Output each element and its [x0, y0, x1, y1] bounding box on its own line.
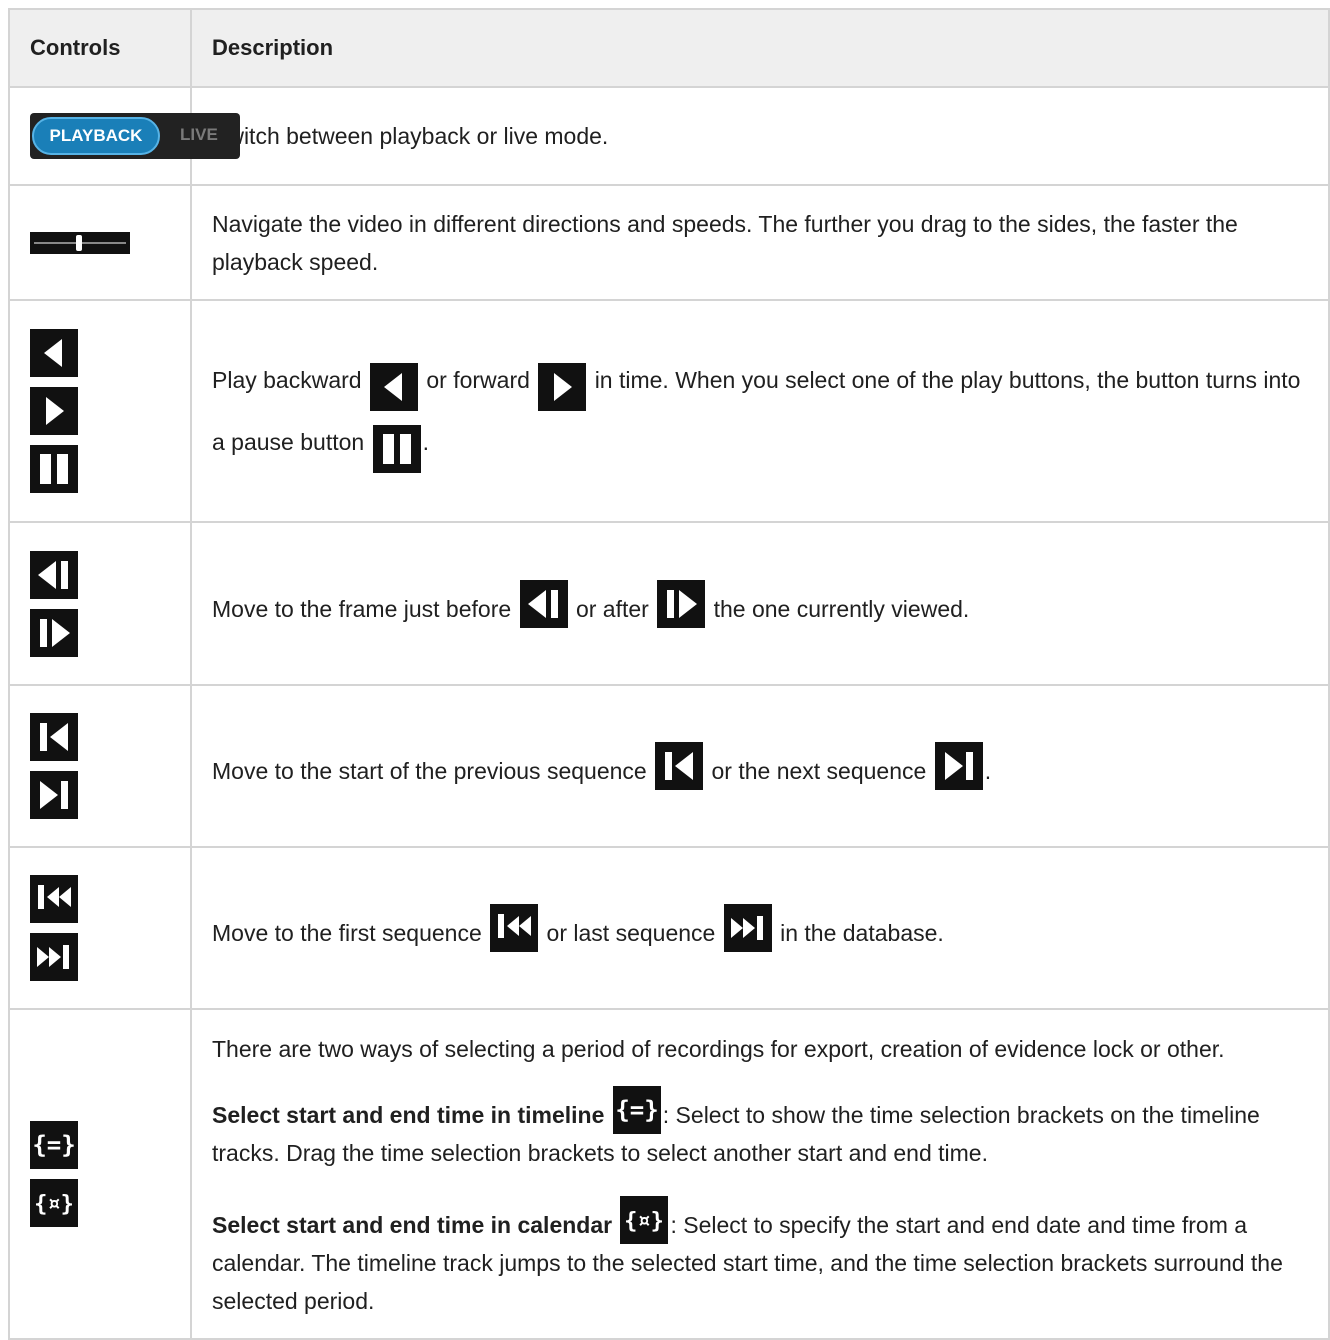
- first-sequence-icon[interactable]: [30, 875, 78, 923]
- controls-cell: [8, 684, 192, 848]
- play-text-4: .: [422, 429, 429, 455]
- header-controls: Controls: [8, 8, 192, 88]
- frame-text-3: the one currently viewed.: [713, 595, 970, 622]
- previous-sequence-icon[interactable]: [30, 713, 78, 761]
- controls-cell: [8, 184, 192, 301]
- table-row: Move to the first sequence or last seque…: [8, 846, 1330, 1010]
- play-forward-icon: [538, 363, 587, 411]
- next-sequence-icon[interactable]: [30, 771, 78, 819]
- calendar-selection-icon: [620, 1196, 669, 1244]
- playback-toggle-option[interactable]: PLAYBACK: [32, 117, 160, 155]
- controls-cell: [8, 521, 192, 686]
- sequence-text-3: .: [984, 758, 992, 784]
- timeline-selection-icon: [612, 1086, 661, 1134]
- table-row: Move to the start of the previous sequen…: [8, 684, 1330, 848]
- jog-slider[interactable]: [30, 231, 130, 254]
- previous-sequence-icon: [655, 742, 704, 790]
- calendar-selection-label: Select start and end time in calendar: [212, 1212, 613, 1238]
- jog-description: Navigate the video in different directio…: [212, 210, 1238, 275]
- frame-text-2: or after: [575, 595, 649, 622]
- table-row: PLAYBACK LIVE Switch between playback or…: [8, 86, 1330, 186]
- description-cell: Switch between playback or live mode.: [190, 86, 1330, 186]
- header-description: Description: [190, 8, 1330, 88]
- slider-handle[interactable]: [76, 234, 82, 251]
- table-row: Move to the frame just before or after t…: [8, 521, 1330, 686]
- play-backward-icon[interactable]: [30, 329, 78, 377]
- previous-frame-icon[interactable]: [30, 550, 78, 599]
- mode-description: Switch between playback or live mode.: [212, 123, 609, 149]
- pause-icon[interactable]: [30, 445, 78, 493]
- selection-timeline-paragraph: Select start and end time in timeline : …: [212, 1086, 1308, 1172]
- description-cell: Navigate the video in different directio…: [190, 184, 1330, 301]
- last-sequence-icon[interactable]: [30, 933, 78, 981]
- play-text-1: Play backward: [212, 367, 362, 393]
- live-toggle-option[interactable]: LIVE: [180, 125, 218, 145]
- timeline-selection-icon[interactable]: [30, 1121, 78, 1169]
- description-cell: Move to the start of the previous sequen…: [190, 684, 1330, 848]
- table-row: There are two ways of selecting a period…: [8, 1008, 1330, 1340]
- database-text-1: Move to the first sequence: [212, 920, 482, 946]
- play-forward-icon[interactable]: [30, 387, 78, 435]
- previous-frame-icon: [519, 579, 568, 628]
- description-cell: Move to the frame just before or after t…: [190, 521, 1330, 686]
- description-cell: Move to the first sequence or last seque…: [190, 846, 1330, 1010]
- table-header-row: Controls Description: [8, 8, 1330, 88]
- sequence-text-2: or the next sequence: [711, 758, 927, 784]
- database-text-2: or last sequence: [546, 920, 716, 946]
- pause-icon: [372, 425, 421, 473]
- timeline-selection-label: Select start and end time in timeline: [212, 1102, 605, 1128]
- next-frame-icon[interactable]: [30, 608, 78, 657]
- table-row: Play backward or forward in time. When y…: [8, 299, 1330, 523]
- selection-calendar-paragraph: Select start and end time in calendar : …: [212, 1196, 1308, 1320]
- play-backward-icon: [369, 363, 418, 411]
- play-text-2: or forward: [426, 367, 530, 393]
- description-cell: Play backward or forward in time. When y…: [190, 299, 1330, 523]
- next-sequence-icon: [934, 742, 983, 790]
- next-frame-icon: [657, 579, 706, 628]
- controls-cell: [8, 846, 192, 1010]
- selection-intro: There are two ways of selecting a period…: [212, 1036, 1225, 1062]
- description-cell: There are two ways of selecting a period…: [190, 1008, 1330, 1340]
- frame-text-1: Move to the frame just before: [212, 595, 512, 622]
- table-row: Navigate the video in different directio…: [8, 184, 1330, 301]
- controls-cell: [8, 1008, 192, 1340]
- sequence-text-1: Move to the start of the previous sequen…: [212, 758, 647, 784]
- database-text-3: in the database.: [780, 920, 944, 946]
- calendar-selection-icon[interactable]: [30, 1179, 78, 1227]
- controls-cell: [8, 299, 192, 523]
- last-sequence-icon: [723, 904, 772, 952]
- controls-cell: PLAYBACK LIVE: [8, 86, 240, 186]
- first-sequence-icon: [490, 904, 539, 952]
- playback-live-toggle[interactable]: PLAYBACK LIVE: [30, 113, 240, 159]
- controls-table: Controls Description PLAYBACK LIVE Switc…: [8, 8, 1330, 1340]
